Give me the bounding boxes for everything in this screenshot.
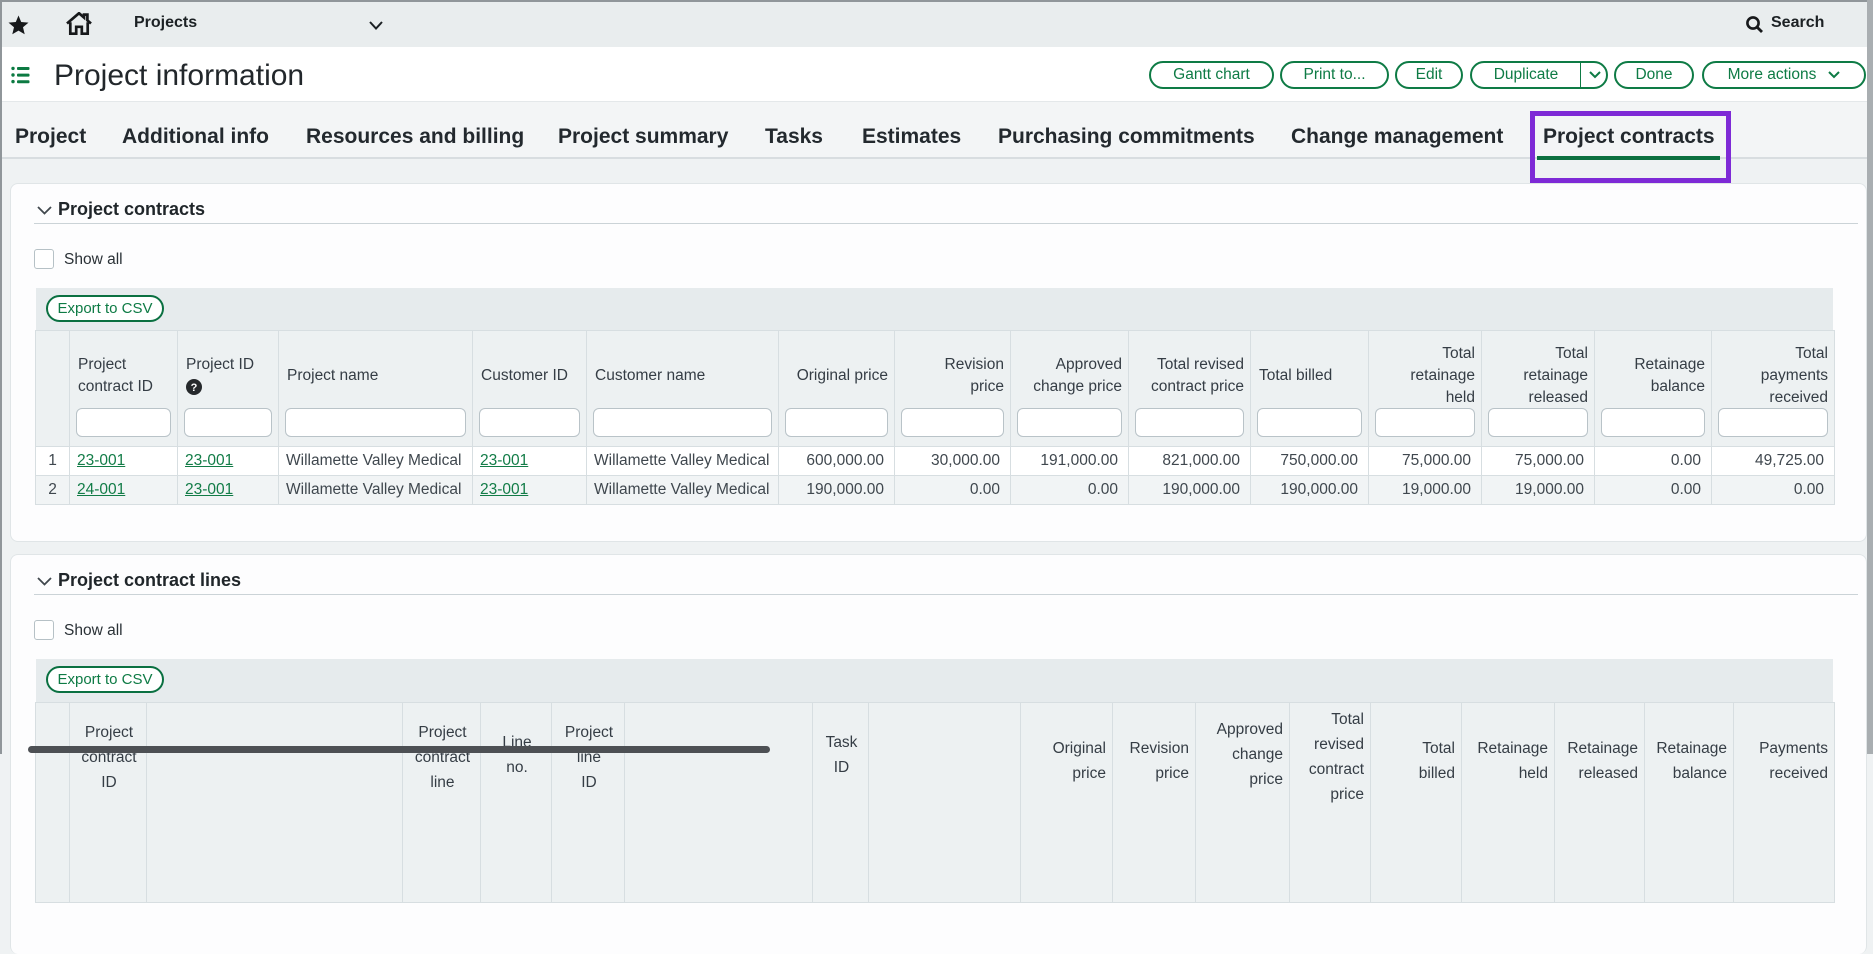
svg-text:?: ?	[191, 382, 198, 394]
